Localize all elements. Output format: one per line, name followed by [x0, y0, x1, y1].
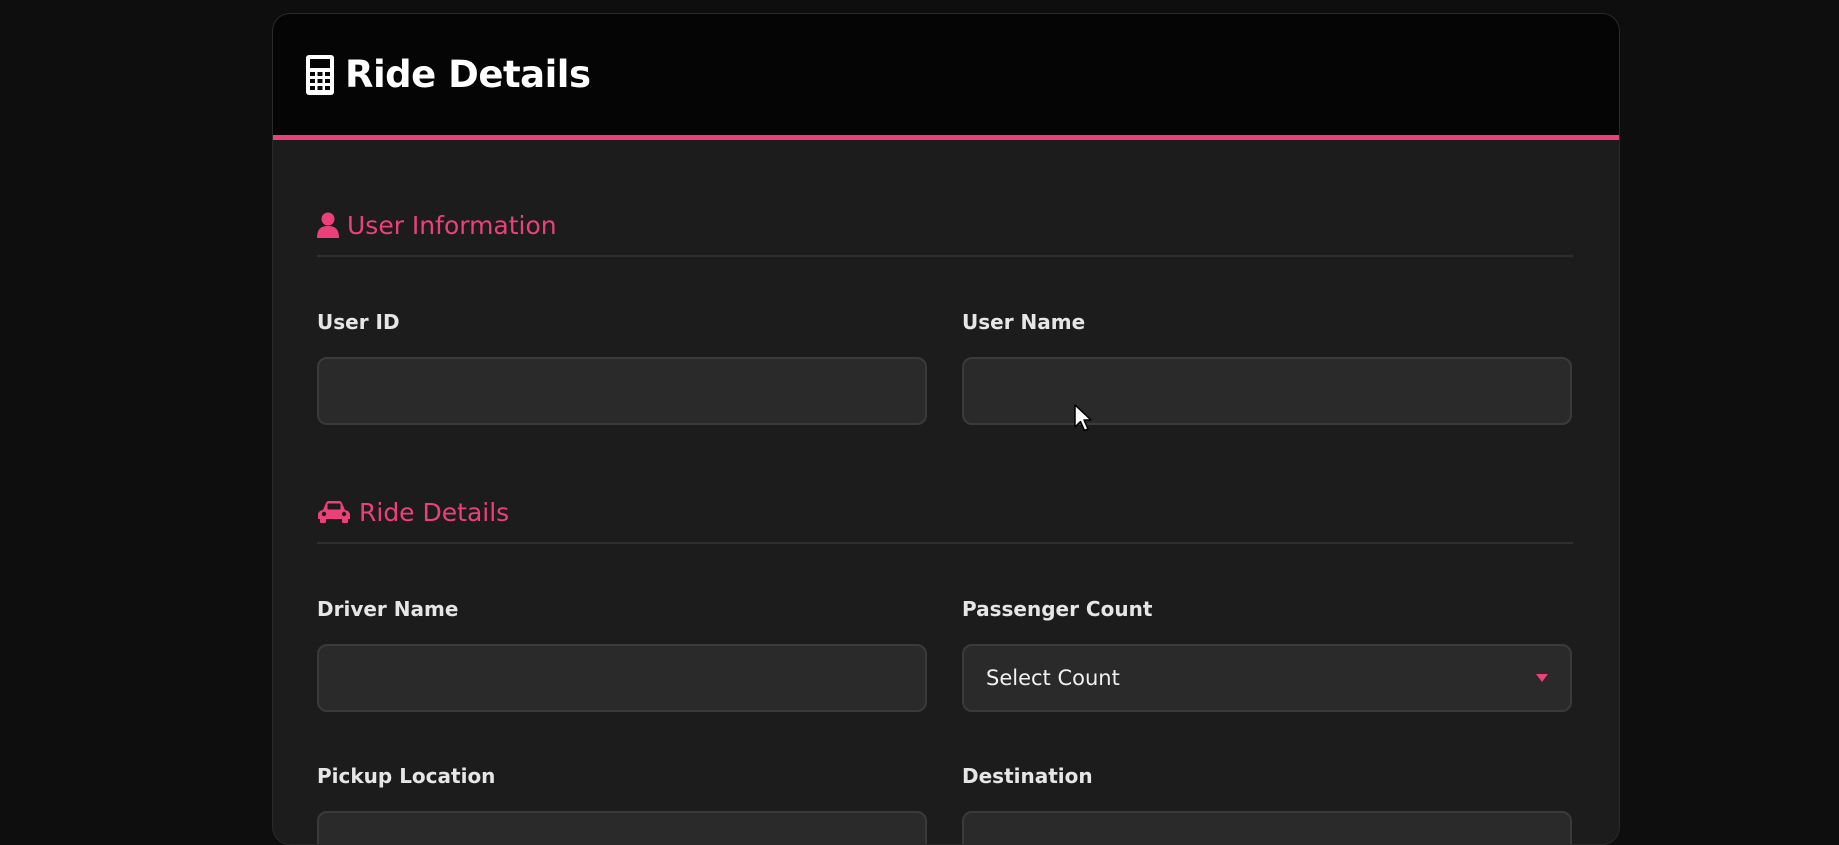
user-icon: [317, 212, 339, 238]
user-id-field: User ID: [317, 309, 929, 425]
user-id-input[interactable]: [317, 357, 927, 425]
section-divider: [317, 542, 1573, 544]
driver-name-field: Driver Name: [317, 596, 929, 712]
select-value: Select Count: [986, 666, 1120, 690]
pickup-location-field: Pickup Location: [317, 763, 929, 844]
field-label: User ID: [317, 310, 400, 334]
field-label: Passenger Count: [962, 597, 1153, 621]
destination-input[interactable]: [962, 811, 1572, 844]
user-name-input[interactable]: [962, 357, 1572, 425]
car-icon: [318, 501, 350, 523]
field-label: User Name: [962, 310, 1086, 334]
user-name-field: User Name: [962, 309, 1574, 425]
ride-details-section: Ride Details: [317, 492, 1573, 544]
passenger-count-field: Passenger Count Select Count: [962, 596, 1574, 712]
section-title-label: Ride Details: [359, 497, 510, 527]
section-title-ride: Ride Details: [317, 492, 1573, 532]
passenger-count-select[interactable]: Select Count: [962, 644, 1572, 712]
field-label: Pickup Location: [317, 764, 496, 788]
calculator-icon: [306, 54, 334, 95]
pickup-location-input[interactable]: [317, 811, 927, 844]
destination-field: Destination: [962, 763, 1574, 844]
section-title-user: User Information: [317, 205, 1573, 245]
driver-name-input[interactable]: [317, 644, 927, 712]
ride-details-card: Ride Details User Information User ID Us…: [272, 13, 1620, 845]
section-divider: [317, 255, 1573, 257]
section-title-label: User Information: [347, 210, 557, 240]
card-header: Ride Details: [273, 14, 1619, 140]
field-label: Destination: [962, 764, 1093, 788]
chevron-down-icon: [1536, 674, 1548, 682]
user-information-section: User Information: [317, 205, 1573, 257]
page-title: Ride Details: [345, 53, 591, 96]
field-label: Driver Name: [317, 597, 459, 621]
mouse-cursor-icon: [1074, 404, 1092, 432]
